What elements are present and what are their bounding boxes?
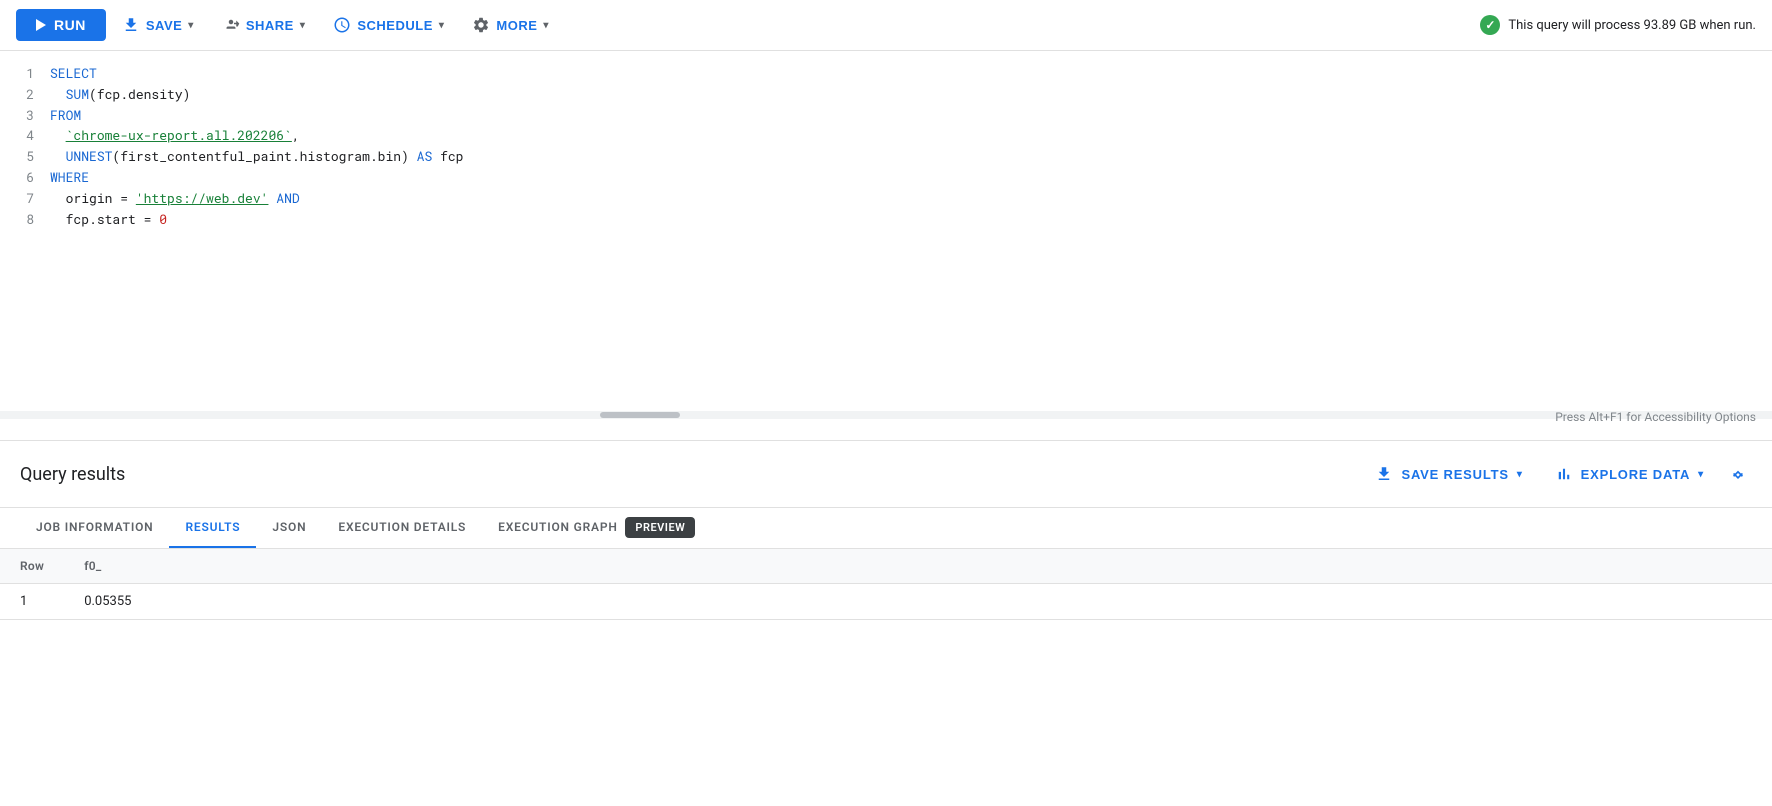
status-info: ✓ This query will process 93.89 GB when … — [1480, 15, 1756, 35]
horizontal-scrollbar[interactable] — [0, 411, 1772, 419]
explore-data-button[interactable]: EXPLORE DATA ▾ — [1543, 457, 1716, 491]
results-table: Row f0_ 1 0.05355 — [0, 549, 1772, 620]
share-chevron-icon: ▾ — [300, 20, 306, 31]
results-title: Query results — [20, 464, 1363, 485]
table-row: 1 0.05355 — [0, 584, 1772, 620]
explore-data-icon — [1555, 465, 1573, 483]
code-content[interactable]: SELECT SUM(fcp.density) FROM `chrome-ux-… — [50, 63, 1772, 399]
share-icon — [222, 16, 240, 34]
schedule-icon — [333, 16, 351, 34]
accessibility-hint: Press Alt+F1 for Accessibility Options — [1555, 410, 1756, 424]
more-button[interactable]: MORE ▾ — [460, 8, 561, 42]
code-line-2: SUM(fcp.density) — [50, 84, 1756, 105]
save-icon — [122, 16, 140, 34]
code-line-5: UNNEST(first_contentful_paint.histogram.… — [50, 146, 1756, 167]
save-results-button[interactable]: SAVE RESULTS ▾ — [1363, 457, 1534, 491]
schedule-button[interactable]: SCHEDULE ▾ — [321, 8, 456, 42]
save-results-chevron-icon: ▾ — [1517, 469, 1523, 480]
save-results-icon — [1375, 465, 1393, 483]
expand-collapse-button[interactable] — [1724, 460, 1752, 488]
run-button[interactable]: RUN — [16, 9, 106, 41]
explore-data-label: EXPLORE DATA — [1581, 467, 1691, 482]
cell-f0-1: 0.05355 — [64, 584, 204, 620]
tab-job-information[interactable]: JOB INFORMATION — [20, 508, 169, 548]
schedule-label: SCHEDULE — [357, 18, 433, 33]
tab-execution-details[interactable]: EXECUTION DETAILS — [322, 508, 482, 548]
results-actions: SAVE RESULTS ▾ EXPLORE DATA ▾ — [1363, 457, 1752, 491]
line-numbers: 1 2 3 4 5 6 7 8 — [0, 63, 50, 399]
code-line-1: SELECT — [50, 63, 1756, 84]
toolbar: RUN SAVE ▾ SHARE ▾ SCHEDULE ▾ MORE ▾ ✓ T… — [0, 0, 1772, 51]
tab-json[interactable]: JSON — [256, 508, 322, 548]
table-header-row: Row f0_ — [0, 549, 1772, 584]
col-header-row: Row — [0, 549, 64, 584]
table-body: 1 0.05355 — [0, 584, 1772, 620]
expand-icon — [1728, 464, 1748, 484]
play-icon — [36, 19, 46, 31]
cell-row-1: 1 — [0, 584, 64, 620]
run-label: RUN — [54, 17, 86, 33]
gear-icon — [472, 16, 490, 34]
code-line-3: FROM — [50, 105, 1756, 126]
results-header: Query results SAVE RESULTS ▾ EXPLORE DAT… — [0, 441, 1772, 508]
save-results-label: SAVE RESULTS — [1401, 467, 1508, 482]
col-header-empty — [204, 549, 1772, 584]
save-label: SAVE — [146, 18, 182, 33]
share-button[interactable]: SHARE ▾ — [210, 8, 318, 42]
status-check-icon: ✓ — [1480, 15, 1500, 35]
code-editor-area[interactable]: 1 2 3 4 5 6 7 8 SELECT SUM(fcp.density) … — [0, 51, 1772, 441]
more-label: MORE — [496, 18, 537, 33]
table-header: Row f0_ — [0, 549, 1772, 584]
preview-badge: PREVIEW — [625, 517, 695, 538]
col-header-f0: f0_ — [64, 549, 204, 584]
share-label: SHARE — [246, 18, 294, 33]
cell-empty-1 — [204, 584, 1772, 620]
tabs-bar: JOB INFORMATION RESULTS JSON EXECUTION D… — [0, 508, 1772, 549]
results-section: Query results SAVE RESULTS ▾ EXPLORE DAT… — [0, 441, 1772, 620]
explore-data-chevron-icon: ▾ — [1698, 469, 1704, 480]
code-line-8: fcp.start = 0 — [50, 209, 1756, 230]
more-chevron-icon: ▾ — [543, 20, 549, 31]
code-editor[interactable]: 1 2 3 4 5 6 7 8 SELECT SUM(fcp.density) … — [0, 51, 1772, 411]
schedule-chevron-icon: ▾ — [439, 20, 445, 31]
tab-results[interactable]: RESULTS — [169, 508, 256, 548]
scrollbar-thumb[interactable] — [600, 412, 680, 418]
tab-execution-graph[interactable]: EXECUTION GRAPH PREVIEW — [482, 508, 711, 548]
code-line-6: WHERE — [50, 167, 1756, 188]
status-text: This query will process 93.89 GB when ru… — [1508, 18, 1756, 33]
save-button[interactable]: SAVE ▾ — [110, 8, 206, 42]
code-line-7: origin = 'https://web.dev' AND — [50, 188, 1756, 209]
save-chevron-icon: ▾ — [188, 20, 194, 31]
code-line-4: `chrome-ux-report.all.202206`, — [50, 125, 1756, 146]
